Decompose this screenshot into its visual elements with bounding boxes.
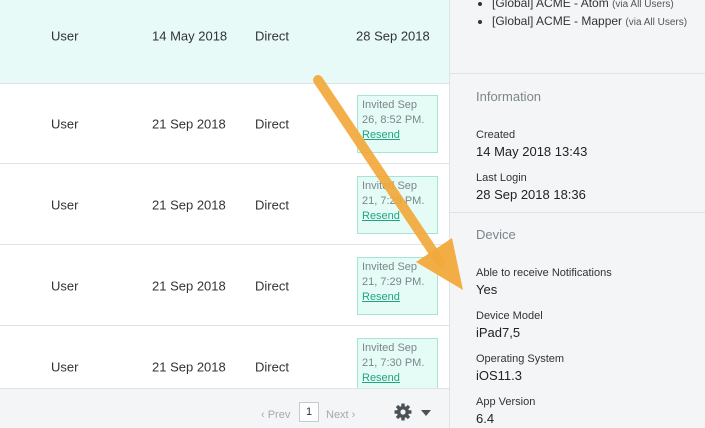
next-page-link[interactable]: Next › [326, 409, 355, 421]
group-via: (via All Users) [625, 17, 688, 28]
device-model-value: iPad7,5 [476, 325, 521, 340]
last-login-cell: 28 Sep 2018 [356, 28, 430, 44]
created-cell: 14 May 2018 [152, 28, 228, 44]
app-version-label: App Version [476, 396, 536, 408]
table-footer: ‹ Prev 1 Next › [0, 388, 449, 428]
resend-link[interactable]: Resend [362, 290, 433, 305]
page-number-input[interactable]: 1 [299, 402, 319, 422]
group-name: [Global] ACME - Mapper [492, 14, 623, 28]
invite-status-box: Invited Sep 26, 8:52 PM. Resend [357, 94, 438, 153]
role-cell: User [51, 278, 79, 293]
caret-down-icon[interactable] [421, 410, 431, 416]
notifications-value: Yes [476, 282, 498, 297]
created-value: 14 May 2018 13:43 [476, 144, 588, 159]
list-item: [Global] ACME - Atom (via All Users) [492, 0, 701, 12]
resend-link[interactable]: Resend [362, 128, 433, 143]
table-row[interactable]: User 21 Sep 2018 Direct Invited Sep 26, … [0, 84, 449, 164]
gear-icon[interactable] [393, 402, 413, 422]
role-cell: User [51, 359, 79, 374]
created-cell: 21 Sep 2018 [152, 197, 226, 212]
device-section-title: Device [476, 227, 516, 242]
invite-text: Invited Sep 21, 7:29 PM. [362, 179, 425, 207]
app-version-value: 6.4 [476, 411, 495, 426]
divider [450, 212, 705, 213]
type-cell: Direct [255, 197, 289, 212]
prev-page-link[interactable]: ‹ Prev [261, 409, 290, 421]
table-row[interactable]: User 21 Sep 2018 Direct Invited Sep 21, … [0, 165, 449, 245]
notifications-label: Able to receive Notifications [476, 267, 612, 279]
resend-link[interactable]: Resend [362, 371, 433, 386]
group-via: (via All Users) [612, 0, 674, 10]
device-model-label: Device Model [476, 310, 543, 322]
operating-system-value: iOS11.3 [476, 368, 523, 383]
type-cell: Direct [255, 28, 289, 44]
last-login-label: Last Login [476, 172, 527, 184]
group-name: [Global] ACME - Atom [492, 0, 609, 10]
type-cell: Direct [255, 116, 289, 131]
role-cell: User [51, 28, 79, 44]
users-table: User 14 May 2018 Direct 28 Sep 2018 User… [0, 0, 449, 428]
role-cell: User [51, 116, 79, 131]
created-cell: 21 Sep 2018 [152, 359, 226, 374]
invite-text: Invited Sep 21, 7:29 PM. [362, 260, 425, 288]
created-label: Created [476, 129, 516, 141]
invite-status-box: Invited Sep 21, 7:30 PM. Resend [357, 337, 438, 396]
type-cell: Direct [255, 359, 289, 374]
table-row[interactable]: User 14 May 2018 Direct 28 Sep 2018 [0, 0, 449, 84]
information-section-title: Information [476, 89, 542, 104]
created-cell: 21 Sep 2018 [152, 116, 226, 131]
list-item: [Global] ACME - Mapper (via All Users) [492, 14, 701, 30]
groups-list: [Global] ACME - Atom (via All Users) [Gl… [476, 0, 701, 32]
created-cell: 21 Sep 2018 [152, 278, 226, 293]
invite-text: Invited Sep 26, 8:52 PM. [362, 98, 425, 126]
table-row[interactable]: User 21 Sep 2018 Direct Invited Sep 21, … [0, 246, 449, 326]
invite-status-box: Invited Sep 21, 7:29 PM. Resend [357, 175, 438, 234]
resend-link[interactable]: Resend [362, 209, 433, 224]
divider [450, 73, 705, 74]
type-cell: Direct [255, 278, 289, 293]
invite-status-box: Invited Sep 21, 7:29 PM. Resend [357, 256, 438, 315]
last-login-value: 28 Sep 2018 18:36 [476, 187, 586, 202]
user-details-panel: [Global] ACME - Atom (via All Users) [Gl… [449, 0, 705, 428]
role-cell: User [51, 197, 79, 212]
operating-system-label: Operating System [476, 353, 565, 365]
invite-text: Invited Sep 21, 7:30 PM. [362, 341, 425, 369]
